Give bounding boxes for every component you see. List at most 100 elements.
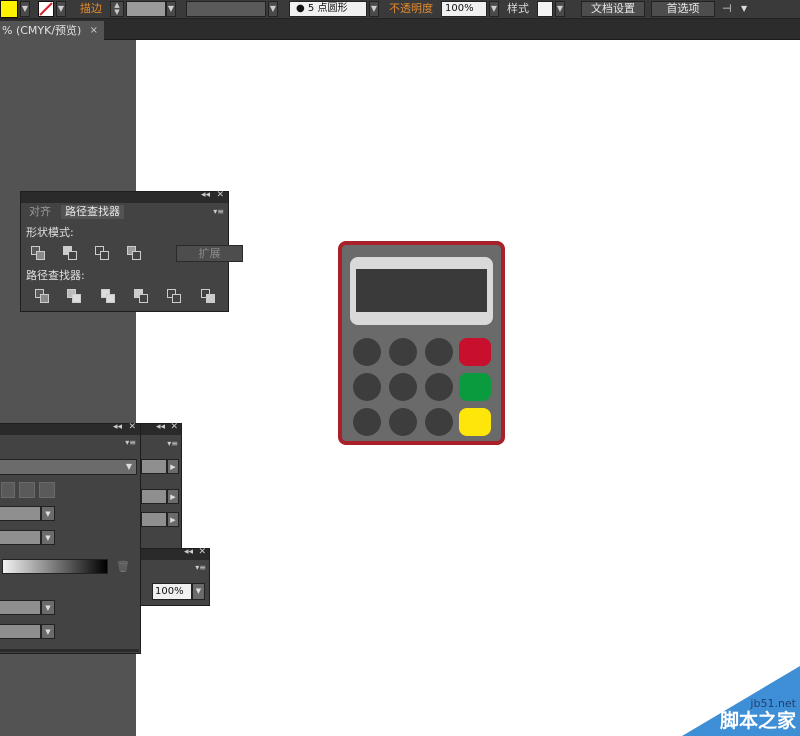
control-bar: ▼ ▼ 描边 ▲ ▼ ▼ ▼ ● 5 点圆形 ▼ 不透明度 100% ▼ 样式 ▼… (0, 0, 800, 19)
minus-back-icon[interactable] (201, 289, 215, 303)
gradient-type-select[interactable]: ▼ (0, 459, 137, 475)
calculator-key[interactable] (389, 408, 417, 436)
fill-color-swatch[interactable] (0, 0, 18, 18)
stroke-weight-dropdown[interactable]: ▼ (166, 1, 176, 17)
style-label: 样式 (507, 2, 529, 15)
stroke-label[interactable]: 描边 (80, 1, 102, 17)
brush-dropdown[interactable]: ▼ (369, 1, 379, 17)
close-tab-icon[interactable]: × (90, 21, 98, 40)
opacity-dropdown-icon[interactable]: ▼ (41, 600, 55, 615)
document-tab[interactable]: % (CMYK/预览) × (0, 21, 104, 40)
stroke-gradient-icon[interactable] (39, 482, 55, 498)
fill-dropdown-arrow[interactable]: ▼ (20, 1, 30, 17)
none-swatch-icon (39, 2, 53, 16)
location-field[interactable] (0, 624, 41, 639)
collapse-panel-icon[interactable]: ◂◂ (201, 190, 210, 200)
close-panel-icon[interactable]: ✕ (216, 190, 224, 200)
panel-title-strip: ◂◂ ✕ (0, 422, 140, 435)
panel-title-strip: ◂◂ ✕ (139, 422, 181, 435)
calculator-key[interactable] (389, 338, 417, 366)
panel-menu-icon[interactable]: ▾≡ (213, 207, 224, 216)
gradient-panel: ◂◂ ✕ ▾≡ ▼ ▼ ▼ ▼ ▼ (0, 422, 141, 654)
aspect-field[interactable] (0, 530, 41, 545)
pathfinders-label: 路径查找器: (26, 269, 85, 282)
tab-pathfinder[interactable]: 路径查找器 (61, 205, 124, 219)
merge-icon[interactable] (101, 289, 115, 303)
calculator-key[interactable] (389, 373, 417, 401)
transparency-panel: ◂◂ ✕ ▾≡ 100% ▼ (138, 547, 210, 606)
profile-dropdown[interactable]: ▼ (268, 1, 278, 17)
variable-width-profile[interactable] (186, 1, 266, 17)
calculator-yellow-key[interactable] (459, 408, 491, 436)
watermark: jb51.net 脚本之家 (682, 666, 800, 736)
brush-dot-icon: ● (296, 3, 308, 14)
close-panel-icon[interactable]: ✕ (198, 547, 206, 557)
tab-align[interactable]: 对齐 (29, 205, 51, 219)
stroke-dropdown-arrow[interactable]: ▼ (56, 1, 66, 17)
panel-menu-icon[interactable]: ▾≡ (125, 438, 136, 447)
expand-button[interactable]: 扩展 (176, 245, 243, 262)
collapse-panel-icon[interactable]: ◂◂ (156, 422, 165, 432)
panel-title-strip: ◂◂ ✕ (21, 190, 228, 203)
stroke-weight-field[interactable] (126, 1, 166, 17)
stroke-gradient-icon[interactable] (19, 482, 35, 498)
collapse-panel-icon[interactable]: ◂◂ (113, 422, 122, 432)
trash-icon[interactable]: 🗑 (116, 560, 130, 573)
unite-icon[interactable] (31, 246, 45, 260)
field-arrow-icon[interactable]: ▶ (167, 459, 179, 474)
collapse-panel-icon[interactable]: ◂◂ (184, 547, 193, 557)
stroke-color-swatch[interactable] (38, 1, 54, 17)
style-dropdown[interactable]: ▼ (555, 1, 565, 17)
divide-icon[interactable] (35, 289, 49, 303)
panel-field[interactable] (141, 489, 167, 504)
calculator-key[interactable] (353, 373, 381, 401)
opacity-field[interactable] (0, 600, 41, 615)
opacity-field[interactable]: 100% (441, 1, 487, 17)
calculator-key[interactable] (353, 338, 381, 366)
location-dropdown-icon[interactable]: ▼ (41, 624, 55, 639)
calculator-key[interactable] (425, 338, 453, 366)
intersect-icon[interactable] (95, 246, 109, 260)
angle-dropdown-icon[interactable]: ▼ (41, 506, 55, 521)
graphic-style-swatch[interactable] (537, 1, 553, 17)
chevron-down-icon: ▼ (125, 462, 132, 471)
calculator-illustration[interactable] (338, 241, 505, 445)
aspect-dropdown-icon[interactable]: ▼ (41, 530, 55, 545)
gradient-slider[interactable] (2, 559, 108, 574)
panel-menu-icon[interactable]: ▾≡ (167, 439, 178, 448)
minus-front-icon[interactable] (63, 246, 77, 260)
calculator-key[interactable] (353, 408, 381, 436)
field-arrow-icon[interactable]: ▶ (167, 512, 179, 527)
outline-icon[interactable] (167, 289, 181, 303)
arrange-dropdown-icon[interactable]: ▼ (741, 1, 751, 17)
transparency-opacity-field[interactable]: 100% (152, 583, 192, 600)
panel-field[interactable] (141, 459, 167, 474)
calculator-red-key[interactable] (459, 338, 491, 366)
opacity-dropdown-icon[interactable]: ▼ (192, 583, 205, 600)
document-tab-bar: % (CMYK/预览) × (0, 19, 800, 40)
opacity-dropdown[interactable]: ▼ (489, 1, 499, 17)
calculator-key[interactable] (425, 408, 453, 436)
stroke-gradient-icon[interactable] (1, 482, 15, 498)
opacity-label[interactable]: 不透明度 (389, 1, 433, 17)
preferences-button[interactable]: 首选项 (651, 1, 715, 17)
shape-modes-label: 形状模式: (26, 226, 74, 239)
document-setup-button[interactable]: 文档设置 (581, 1, 645, 17)
calculator-display[interactable] (356, 269, 487, 312)
exclude-icon[interactable] (127, 246, 141, 260)
calculator-green-key[interactable] (459, 373, 491, 401)
arrange-documents-icon[interactable]: ⊣ (722, 1, 736, 17)
close-panel-icon[interactable]: ✕ (128, 422, 136, 432)
panel-field[interactable] (141, 512, 167, 527)
angle-field[interactable] (0, 506, 41, 521)
crop-icon[interactable] (134, 289, 148, 303)
trim-icon[interactable] (67, 289, 81, 303)
pathfinder-panel: ◂◂ ✕ 对齐 路径查找器 ▾≡ 形状模式: 扩展 路径查找器: (20, 190, 243, 312)
brush-definition-field[interactable]: ● 5 点圆形 (289, 1, 367, 17)
stroke-weight-stepper[interactable]: ▲ ▼ (110, 1, 124, 17)
calculator-key[interactable] (425, 373, 453, 401)
panel-menu-icon[interactable]: ▾≡ (195, 563, 206, 572)
document-tab-title: % (CMYK/预览) (2, 24, 82, 37)
close-panel-icon[interactable]: ✕ (170, 422, 178, 432)
field-arrow-icon[interactable]: ▶ (167, 489, 179, 504)
